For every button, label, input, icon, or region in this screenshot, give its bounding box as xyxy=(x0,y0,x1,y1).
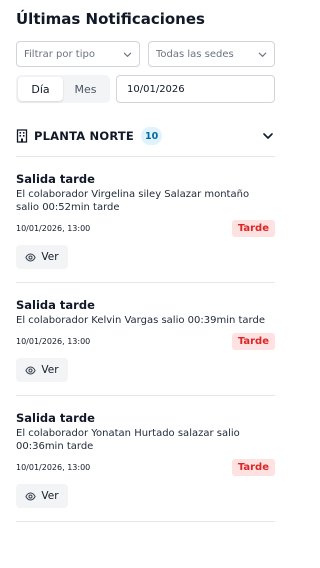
view-button-label: Ver xyxy=(41,251,59,263)
notification-card: Salida tarde El colaborador Yonatan Hurt… xyxy=(16,396,275,521)
period-toggle: Día Mes xyxy=(16,75,110,103)
status-badge: Tarde xyxy=(231,220,275,237)
view-button-label: Ver xyxy=(41,364,59,376)
notification-card: Salida tarde El colaborador Virgelina si… xyxy=(16,157,275,282)
eye-icon xyxy=(25,366,37,374)
eye-icon xyxy=(25,253,37,261)
notifications-panel: Últimas Notificaciones Filtrar por tipo … xyxy=(0,0,291,522)
count-badge: 10 xyxy=(140,127,163,145)
notification-card: Salida tarde El colaborador Kelvin Varga… xyxy=(16,283,275,395)
notification-time: 10/01/2026, 13:00 xyxy=(16,463,91,472)
notification-title: Salida tarde xyxy=(16,411,95,425)
site-filter-value: Todas las sedes xyxy=(156,48,234,60)
date-input[interactable] xyxy=(116,75,275,103)
notification-title: Salida tarde xyxy=(16,172,95,186)
notification-message: El colaborador Virgelina siley Salazar m… xyxy=(16,189,250,213)
status-badge: Tarde xyxy=(231,459,275,476)
notification-meta: 10/01/2026, 13:00 Tarde xyxy=(16,220,275,237)
notification-meta: 10/01/2026, 13:00 Tarde xyxy=(16,333,275,350)
chevron-down-icon xyxy=(121,48,133,60)
chevron-down-icon[interactable] xyxy=(261,129,275,143)
building-icon xyxy=(16,129,28,143)
site-filter-select[interactable]: Todas las sedes xyxy=(148,41,275,67)
view-button[interactable]: Ver xyxy=(16,358,68,382)
period-day-option[interactable]: Día xyxy=(18,77,63,101)
filters-row: Filtrar por tipo Todas las sedes xyxy=(16,41,275,67)
type-filter-select[interactable]: Filtrar por tipo xyxy=(16,41,140,67)
view-button-label: Ver xyxy=(41,490,59,502)
page-title: Últimas Notificaciones xyxy=(16,10,205,28)
eye-icon xyxy=(25,492,37,500)
period-month-option[interactable]: Mes xyxy=(63,77,108,101)
notification-time: 10/01/2026, 13:00 xyxy=(16,337,91,346)
divider xyxy=(16,521,275,522)
group-header[interactable]: PLANTA NORTE 10 xyxy=(16,125,275,147)
view-button[interactable]: Ver xyxy=(16,245,68,269)
group-title: PLANTA NORTE xyxy=(34,129,134,143)
notification-message: El colaborador Yonatan Hurtado salazar s… xyxy=(16,428,240,452)
view-button[interactable]: Ver xyxy=(16,484,68,508)
notification-message: El colaborador Kelvin Vargas salio 00:39… xyxy=(16,315,265,326)
type-filter-value: Filtrar por tipo xyxy=(24,48,95,60)
notification-meta: 10/01/2026, 13:00 Tarde xyxy=(16,459,275,476)
notification-title: Salida tarde xyxy=(16,298,95,312)
period-row: Día Mes xyxy=(16,75,275,103)
chevron-down-icon xyxy=(256,48,268,60)
status-badge: Tarde xyxy=(231,333,275,350)
notification-time: 10/01/2026, 13:00 xyxy=(16,224,91,233)
